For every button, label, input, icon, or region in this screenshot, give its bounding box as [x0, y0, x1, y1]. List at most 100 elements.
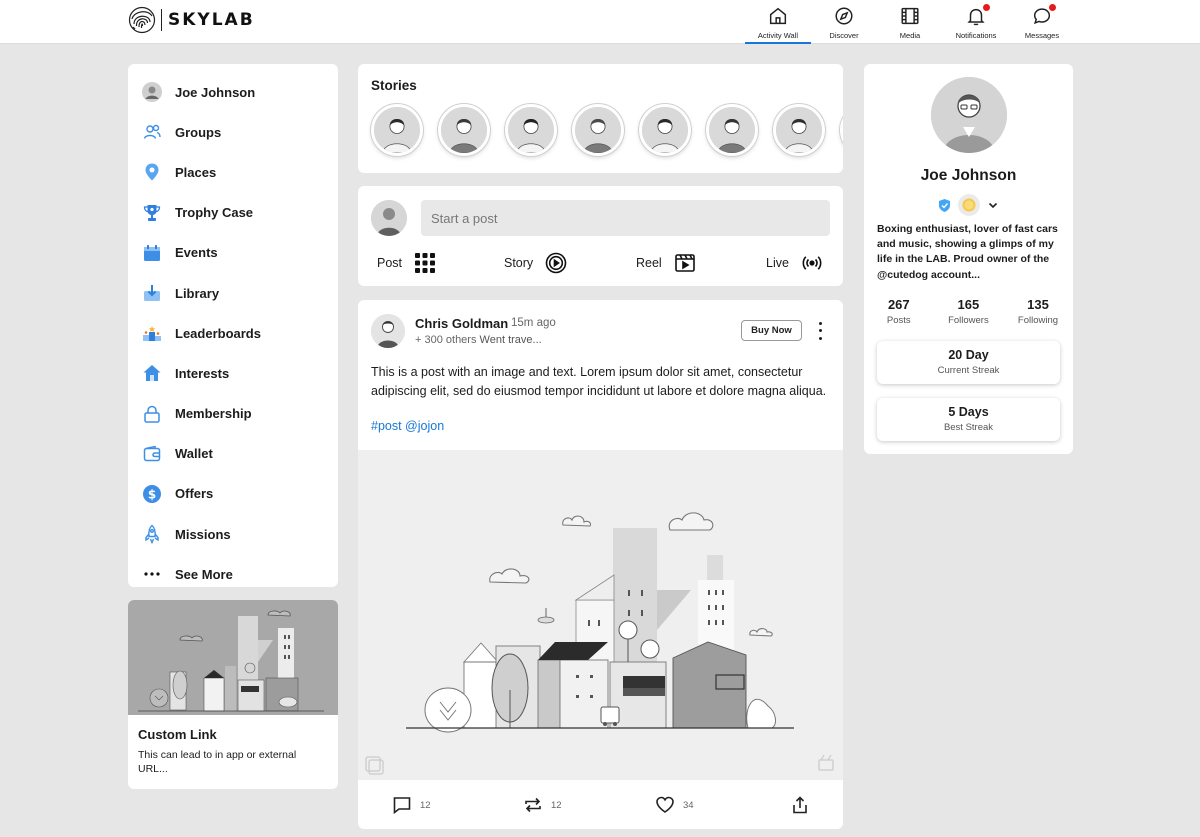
person-avatar-icon	[374, 107, 420, 153]
sidebar-item-profile[interactable]: Joe Johnson	[128, 72, 338, 112]
ellipsis-icon	[144, 572, 160, 576]
lock-icon	[144, 405, 160, 423]
trophy-icon	[143, 204, 161, 221]
story-avatar[interactable]	[840, 104, 843, 156]
play-circle-icon	[545, 252, 567, 274]
brand-name: SKYLAB	[168, 10, 255, 30]
nav-activity-wall[interactable]: Activity Wall	[745, 0, 811, 44]
post-tags[interactable]: #post @jojon	[371, 419, 444, 433]
like-count: 34	[683, 799, 694, 811]
sidebar-item-interests[interactable]: Interests	[128, 353, 338, 393]
nav-media[interactable]: Media	[877, 0, 943, 43]
sidebar-item-places[interactable]: Places	[128, 152, 338, 192]
post-others[interactable]: + 300 others	[415, 334, 476, 346]
start-post-input[interactable]	[421, 200, 830, 236]
cityscape-illustration	[365, 512, 834, 775]
buy-now-button[interactable]: Buy Now	[741, 320, 802, 341]
post-more-icon[interactable]	[813, 320, 827, 342]
story-action-button[interactable]: Story	[504, 252, 567, 274]
users-icon	[143, 125, 161, 140]
cityscape-illustration	[138, 610, 324, 712]
nav-label: Messages	[1024, 31, 1060, 40]
feed-post: Chris Goldman 15m ago + 300 others Went …	[358, 300, 843, 829]
sidebar-item-library[interactable]: Library	[128, 273, 338, 313]
avatar[interactable]	[371, 314, 405, 348]
nav-label: Media	[899, 31, 921, 40]
post-activity: Went trave...	[479, 334, 542, 346]
story-avatar[interactable]	[773, 104, 825, 156]
stories-card: Stories	[358, 64, 843, 173]
avatar[interactable]	[371, 200, 407, 236]
live-action-button[interactable]: Live	[766, 252, 823, 274]
custom-link-image	[128, 600, 338, 715]
stat-value: 135	[1027, 297, 1049, 312]
post-composer: Post Story Reel Live	[358, 186, 843, 286]
stories-row	[371, 104, 843, 156]
grid-icon	[415, 253, 436, 273]
story-avatar[interactable]	[438, 104, 490, 156]
chevron-down-icon[interactable]	[986, 198, 1000, 212]
calendar-icon	[144, 244, 160, 261]
avatar[interactable]	[931, 77, 1007, 153]
author-avatar-icon	[371, 314, 405, 348]
comment-button[interactable]: 12	[392, 795, 431, 815]
heart-icon	[656, 796, 674, 813]
person-avatar-icon	[508, 107, 554, 153]
nav-discover[interactable]: Discover	[811, 0, 877, 43]
profile-card: Joe Johnson Boxing enthusiast, lover of …	[864, 64, 1073, 454]
sidebar-item-leaderboards[interactable]: Leaderboards	[128, 313, 338, 353]
custom-link-title: Custom Link	[138, 727, 217, 742]
avatar	[141, 81, 163, 103]
podium-icon	[143, 326, 161, 342]
post-actions: 12 12 34	[358, 780, 843, 829]
sidebar-item-groups[interactable]: Groups	[128, 112, 338, 152]
sidebar-item-label: Offers	[175, 486, 214, 502]
action-label: Live	[766, 256, 789, 270]
sidebar-item-label: Wallet	[175, 446, 213, 462]
sidebar-item-label: Membership	[175, 406, 252, 422]
house-icon	[143, 365, 161, 382]
like-button[interactable]: 34	[655, 795, 694, 815]
sidebar-item-events[interactable]: Events	[128, 233, 338, 273]
story-avatar[interactable]	[706, 104, 758, 156]
repost-button[interactable]: 12	[523, 795, 562, 815]
post-image[interactable]	[358, 450, 843, 780]
profile-stats: 267 Posts 165 Followers 135 Following	[864, 297, 1073, 326]
custom-link-card[interactable]: Custom Link This can lead to in app or e…	[128, 600, 338, 789]
stat-label: Posts	[886, 315, 911, 326]
sidebar-item-membership[interactable]: Membership	[128, 394, 338, 434]
compass-icon	[835, 7, 853, 25]
stat-value: 165	[957, 297, 980, 312]
nav-notifications[interactable]: Notifications	[943, 0, 1009, 43]
dollar-icon: $	[143, 484, 161, 503]
story-avatar[interactable]	[572, 104, 624, 156]
rocket-icon	[145, 524, 159, 545]
streak-value: 5 Days	[948, 405, 989, 419]
sidebar-item-see-more[interactable]: See More	[128, 554, 338, 594]
sidebar-item-offers[interactable]: $ Offers	[128, 474, 338, 514]
reel-action-button[interactable]: Reel	[636, 252, 696, 274]
stat-label: Followers	[948, 315, 989, 326]
story-avatar[interactable]	[505, 104, 557, 156]
stat-label: Following	[1017, 315, 1059, 326]
story-avatar[interactable]	[371, 104, 423, 156]
stat-following[interactable]: 135 Following	[1003, 297, 1073, 326]
stories-title: Stories	[371, 78, 417, 93]
sidebar-item-label: Library	[175, 285, 220, 301]
broadcast-icon	[802, 256, 822, 270]
post-action-button[interactable]: Post	[377, 252, 436, 274]
share-button[interactable]	[790, 795, 810, 815]
sidebar-item-trophy-case[interactable]: Trophy Case	[128, 193, 338, 233]
person-avatar-icon	[441, 107, 487, 153]
post-author[interactable]: Chris Goldman	[415, 316, 508, 331]
story-avatar[interactable]	[639, 104, 691, 156]
sidebar-item-missions[interactable]: Missions	[128, 514, 338, 554]
stat-posts[interactable]: 267 Posts	[864, 297, 934, 326]
user-avatar-icon	[371, 200, 407, 236]
profile-bio: Boxing enthusiast, lover of fast cars an…	[877, 223, 1058, 281]
sidebar-item-wallet[interactable]: Wallet	[128, 434, 338, 474]
stat-followers[interactable]: 165 Followers	[934, 297, 1004, 326]
nav-messages[interactable]: Messages	[1009, 0, 1075, 43]
person-avatar-icon	[575, 107, 621, 153]
logo[interactable]: SKYLAB	[128, 6, 255, 34]
